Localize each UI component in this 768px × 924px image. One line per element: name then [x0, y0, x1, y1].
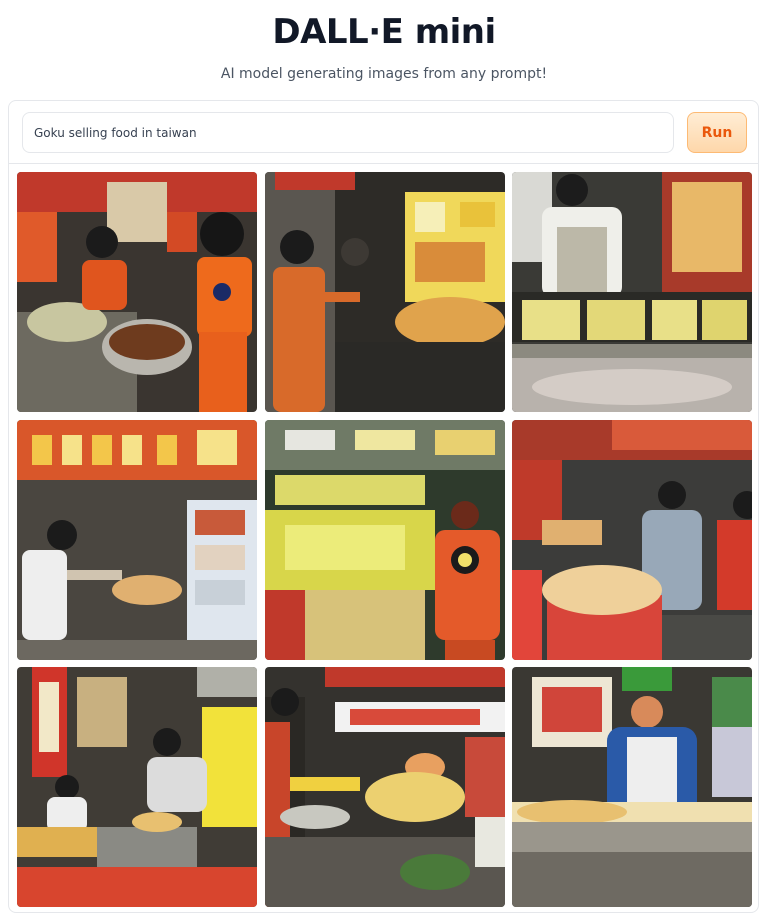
- generated-image-2-art: [265, 172, 505, 412]
- generated-image-4[interactable]: [17, 420, 257, 660]
- page-title: DALL·E mini: [272, 12, 496, 52]
- generated-image-4-art: [17, 420, 257, 660]
- run-button[interactable]: Run: [687, 112, 747, 153]
- prompt-row: Run: [9, 101, 758, 164]
- generated-image-2[interactable]: [265, 172, 505, 412]
- generated-image-1-art: [17, 172, 257, 412]
- generated-image-3-art: [512, 172, 752, 412]
- generated-image-9-art: [512, 667, 752, 907]
- generated-image-6[interactable]: [512, 420, 752, 660]
- generated-image-8[interactable]: [265, 667, 505, 907]
- generator-panel: Run: [8, 100, 759, 913]
- generated-image-8-art: [265, 667, 505, 907]
- generated-image-5[interactable]: [265, 420, 505, 660]
- generated-image-6-art: [512, 420, 752, 660]
- image-gallery: [9, 164, 758, 914]
- generated-image-7-art: [17, 667, 257, 907]
- generated-image-7[interactable]: [17, 667, 257, 907]
- prompt-input[interactable]: [22, 112, 674, 153]
- page-subtitle: AI model generating images from any prom…: [220, 66, 548, 82]
- generated-image-1[interactable]: [17, 172, 257, 412]
- generated-image-9[interactable]: [512, 667, 752, 907]
- generated-image-3[interactable]: [512, 172, 752, 412]
- generated-image-5-art: [265, 420, 505, 660]
